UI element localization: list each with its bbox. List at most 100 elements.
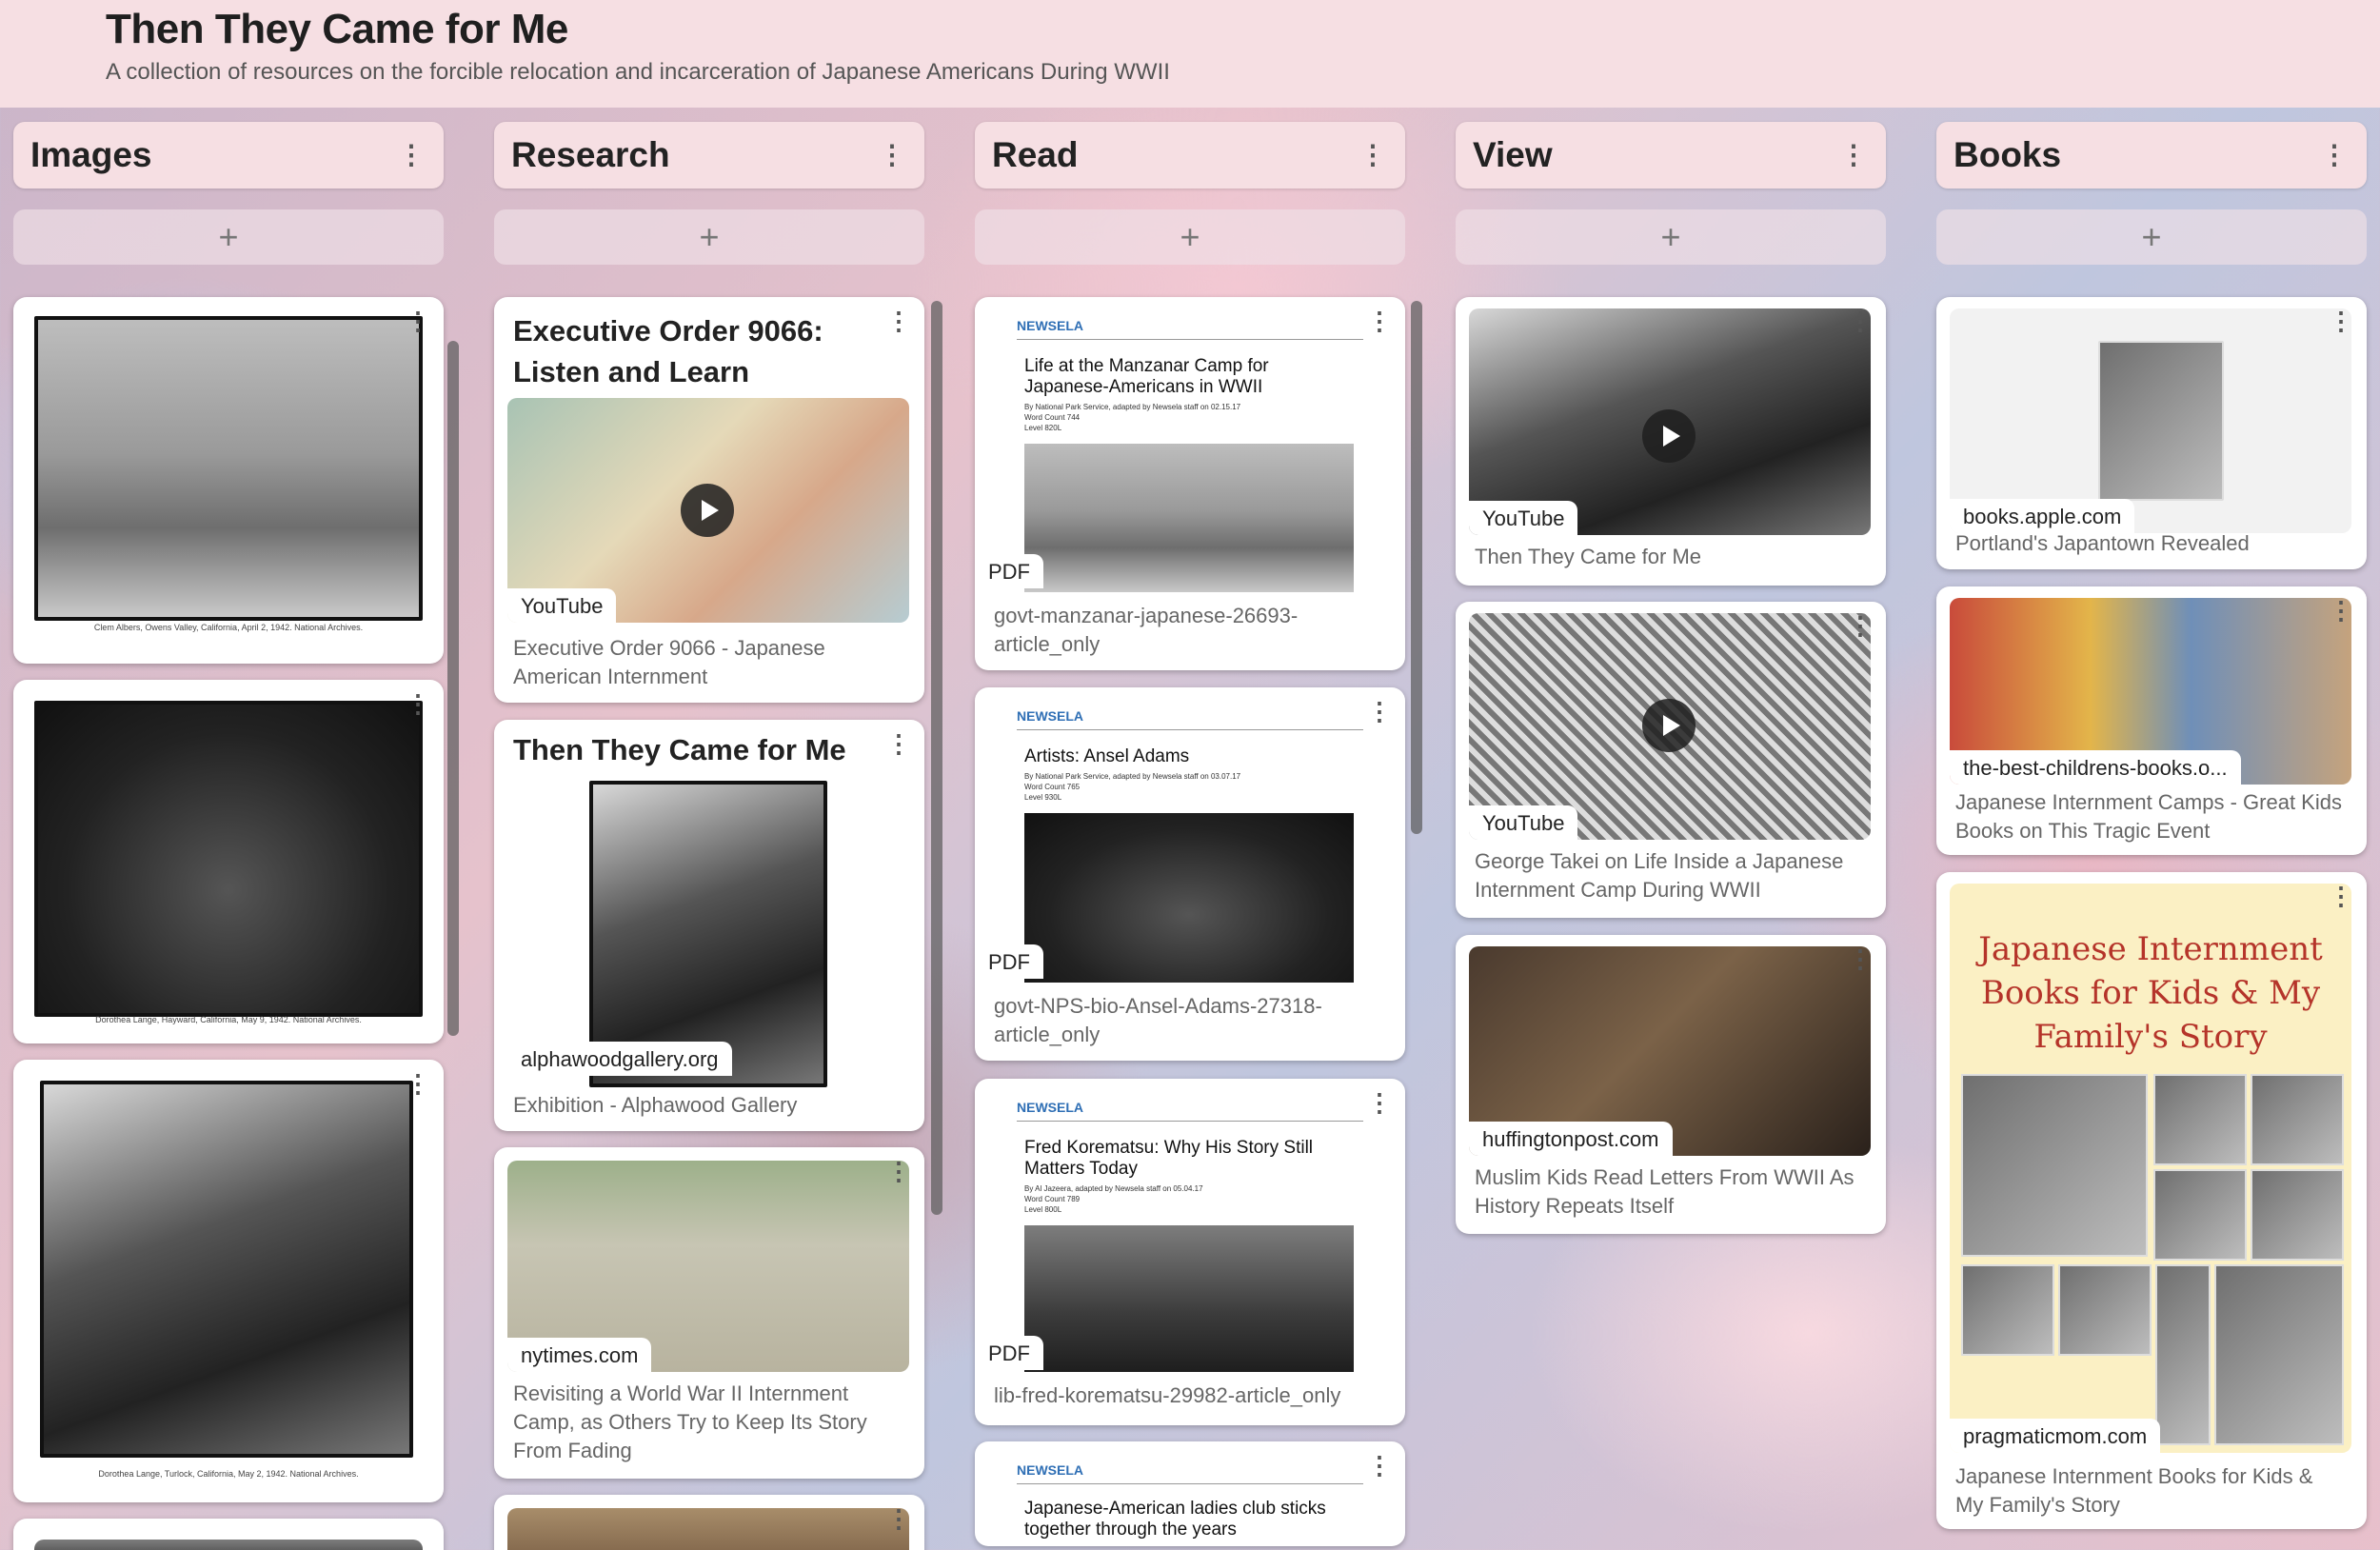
document-title: Japanese-American ladies club sticks tog… (1024, 1499, 1326, 1540)
image-caption: Clem Albers, Owens Valley, California, A… (93, 623, 364, 632)
post-card[interactable]: Japanese Internment Books for Kids & My … (1936, 872, 2367, 1529)
column-scrollbar[interactable] (1411, 301, 1422, 834)
post-description: Muslim Kids Read Letters From WWII As Hi… (1475, 1165, 1854, 1218)
column-header: View ⋮ (1456, 122, 1886, 189)
post-menu-icon[interactable]: ⋮ (406, 1071, 430, 1096)
book-cover (2251, 1074, 2344, 1165)
post-card[interactable]: NEWSELA Artists: Ansel Adams By National… (975, 687, 1405, 1061)
divider (1017, 339, 1363, 340)
column-menu-icon[interactable]: ⋮ (1359, 142, 1386, 169)
column-header: Books ⋮ (1936, 122, 2367, 189)
column-scrollbar[interactable] (447, 341, 459, 1036)
post-card[interactable]: books.apple.com Portland's Japantown Rev… (1936, 297, 2367, 569)
poster-title: Japanese Internment Books for Kids & My … (1978, 930, 2323, 1056)
post-menu-icon[interactable]: ⋮ (1848, 946, 1873, 971)
source-badge: YouTube (507, 588, 617, 623)
post-card[interactable]: nytimes.com Revisiting a World War II In… (494, 1147, 924, 1479)
column-menu-icon[interactable]: ⋮ (879, 142, 905, 169)
post-card[interactable]: ⋮ (494, 1495, 924, 1550)
post-image: Japanese Internment Books for Kids & My … (1950, 884, 2351, 1453)
publisher-label: NEWSELA (1017, 1462, 1083, 1478)
post-description: govt-manzanar-japanese-26693-article_onl… (994, 604, 1299, 656)
post-description: Then They Came for Me (1475, 545, 1702, 568)
post-card[interactable]: NEWSELA Fred Korematsu: Why His Story St… (975, 1079, 1405, 1425)
source-badge: PDF (975, 554, 1043, 588)
column-header: Images ⋮ (13, 122, 444, 189)
post-description: Japanese Internment Books for Kids & My … (1955, 1464, 2313, 1517)
post-menu-icon[interactable]: ⋮ (2329, 884, 2353, 908)
document-meta: By Al Jazeera, adapted by Newsela staff … (1024, 1184, 1203, 1214)
post-card[interactable]: YouTube Then They Came for Me ⋮ (1456, 297, 1886, 586)
post-menu-icon[interactable]: ⋮ (1367, 1090, 1392, 1115)
column-title: Images (30, 135, 152, 174)
post-description: Revisiting a World War II Internment Cam… (513, 1381, 867, 1462)
post-menu-icon[interactable]: ⋮ (1367, 308, 1392, 333)
column-header: Research ⋮ (494, 122, 924, 189)
add-post-button[interactable]: + (975, 209, 1405, 265)
post-menu-icon[interactable]: ⋮ (1367, 699, 1392, 724)
post-image (34, 1540, 423, 1550)
post-menu-icon[interactable]: ⋮ (2329, 308, 2353, 333)
column-images: Images ⋮ + (13, 122, 444, 265)
post-card[interactable]: NEWSELA Japanese-American ladies club st… (975, 1441, 1405, 1546)
play-icon[interactable] (1642, 409, 1696, 463)
post-image: books.apple.com (1950, 308, 2351, 533)
post-menu-icon[interactable]: ⋮ (1367, 1453, 1392, 1478)
book-cover (2098, 341, 2224, 501)
post-image: the-best-childrens-books.o... (1950, 598, 2351, 785)
column-menu-icon[interactable]: ⋮ (398, 142, 425, 169)
document-photo (1024, 1225, 1354, 1372)
document-title: Artists: Ansel Adams (1024, 746, 1190, 766)
post-description: Japanese Internment Camps - Great Kids B… (1955, 790, 2342, 843)
book-cover (2153, 1169, 2247, 1261)
post-menu-icon[interactable]: ⋮ (406, 308, 430, 333)
document-meta: By National Park Service, adapted by New… (1024, 403, 1241, 432)
post-card[interactable]: the-best-childrens-books.o... Japanese I… (1936, 586, 2367, 855)
post-card[interactable]: Dorothea Lange, Turlock, California, May… (13, 1060, 444, 1502)
source-badge: YouTube (1469, 805, 1578, 840)
post-menu-icon[interactable]: ⋮ (886, 308, 911, 333)
post-menu-icon[interactable]: ⋮ (886, 1159, 911, 1183)
post-image: nytimes.com (507, 1161, 909, 1372)
post-image: huffingtonpost.com (1469, 946, 1871, 1156)
post-video-thumbnail: YouTube (1469, 308, 1871, 535)
play-icon[interactable] (1642, 699, 1696, 752)
post-card[interactable]: Clem Albers, Owens Valley, California, A… (13, 297, 444, 664)
add-post-button[interactable]: + (1936, 209, 2367, 265)
image-caption: Dorothea Lange, Turlock, California, May… (98, 1469, 359, 1479)
post-menu-icon[interactable]: ⋮ (886, 731, 911, 756)
column-menu-icon[interactable]: ⋮ (1840, 142, 1867, 169)
post-card[interactable]: Then They Came for Me alphawoodgallery.o… (494, 720, 924, 1131)
post-card[interactable]: Dorothea Lange, Hayward, California, May… (13, 680, 444, 1043)
post-card[interactable] (13, 1519, 444, 1550)
add-post-button[interactable]: + (1456, 209, 1886, 265)
post-card[interactable]: Executive Order 9066: Listen and Learn Y… (494, 297, 924, 703)
source-badge: PDF (975, 1336, 1043, 1370)
column-scrollbar[interactable] (931, 301, 942, 1215)
source-badge: alphawoodgallery.org (507, 1042, 732, 1076)
play-icon[interactable] (681, 484, 734, 537)
column-menu-icon[interactable]: ⋮ (2321, 142, 2348, 169)
post-menu-icon[interactable]: ⋮ (1848, 308, 1873, 333)
column-research: Research ⋮ + (494, 122, 924, 265)
post-image (34, 701, 423, 1017)
post-card[interactable]: YouTube George Takei on Life Inside a Ja… (1456, 602, 1886, 918)
add-post-button[interactable]: + (13, 209, 444, 265)
column-view: View ⋮ + (1456, 122, 1886, 265)
post-menu-icon[interactable]: ⋮ (406, 691, 430, 716)
add-post-button[interactable]: + (494, 209, 924, 265)
post-video-thumbnail: YouTube (1469, 613, 1871, 840)
post-description: George Takei on Life Inside a Japanese I… (1475, 849, 1844, 902)
book-cover (2153, 1074, 2247, 1165)
post-card[interactable]: NEWSELA Life at the Manzanar Camp for Ja… (975, 297, 1405, 670)
column-read: Read ⋮ + (975, 122, 1405, 265)
post-menu-icon[interactable]: ⋮ (886, 1506, 911, 1531)
post-description: Exhibition - Alphawood Gallery (513, 1093, 798, 1117)
post-description: Portland's Japantown Revealed (1955, 531, 2250, 555)
image-caption: Dorothea Lange, Hayward, California, May… (95, 1015, 362, 1024)
post-menu-icon[interactable]: ⋮ (2329, 598, 2353, 623)
source-badge: huffingtonpost.com (1469, 1122, 1673, 1156)
column-title: Books (1954, 135, 2062, 174)
post-menu-icon[interactable]: ⋮ (1848, 613, 1873, 638)
post-card[interactable]: huffingtonpost.com Muslim Kids Read Lett… (1456, 935, 1886, 1234)
